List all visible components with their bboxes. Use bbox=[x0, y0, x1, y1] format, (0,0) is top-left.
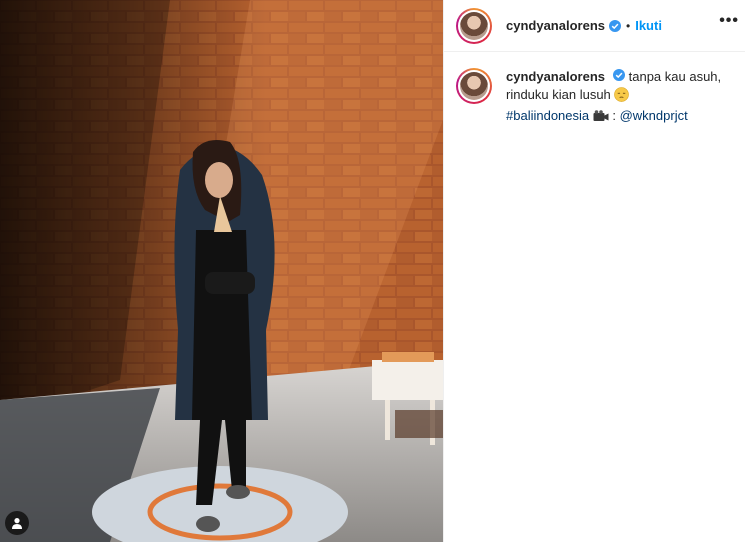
follow-button[interactable]: Ikuti bbox=[635, 18, 662, 33]
caption-text: cyndyanalorens tanpa kau asuh, rinduku k… bbox=[506, 68, 726, 128]
verified-badge-icon bbox=[609, 19, 621, 32]
more-options-icon[interactable]: ••• bbox=[715, 10, 743, 32]
caption-avatar[interactable] bbox=[456, 68, 492, 104]
post-photo[interactable] bbox=[0, 0, 443, 542]
post-header: cyndyanalorens • Ikuti ••• bbox=[444, 0, 745, 52]
hashtag-link[interactable]: #baliindonesia bbox=[506, 108, 589, 123]
caption-line1: tanpa kau asuh, bbox=[628, 69, 722, 84]
caption-comment: cyndyanalorens tanpa kau asuh, rinduku k… bbox=[444, 52, 745, 128]
avatar[interactable] bbox=[456, 7, 492, 44]
verified-badge-icon bbox=[613, 69, 625, 81]
caption-line2: rinduku kian lusuh bbox=[506, 87, 611, 102]
caption-username[interactable]: cyndyanalorens bbox=[506, 69, 605, 84]
separator-dot: • bbox=[626, 18, 631, 33]
photo-illustration bbox=[0, 0, 443, 542]
tag-people-button[interactable] bbox=[5, 511, 29, 535]
pensive-face-emoji-icon bbox=[614, 87, 630, 107]
post-sidebar: cyndyanalorens • Ikuti ••• cyndyanaloren… bbox=[443, 0, 745, 542]
movie-camera-icon bbox=[593, 110, 609, 128]
header-username[interactable]: cyndyanalorens bbox=[506, 18, 605, 33]
caption-separator: : bbox=[608, 108, 620, 123]
user-icon bbox=[12, 518, 22, 529]
mention-link[interactable]: @wkndprjct bbox=[620, 108, 688, 123]
